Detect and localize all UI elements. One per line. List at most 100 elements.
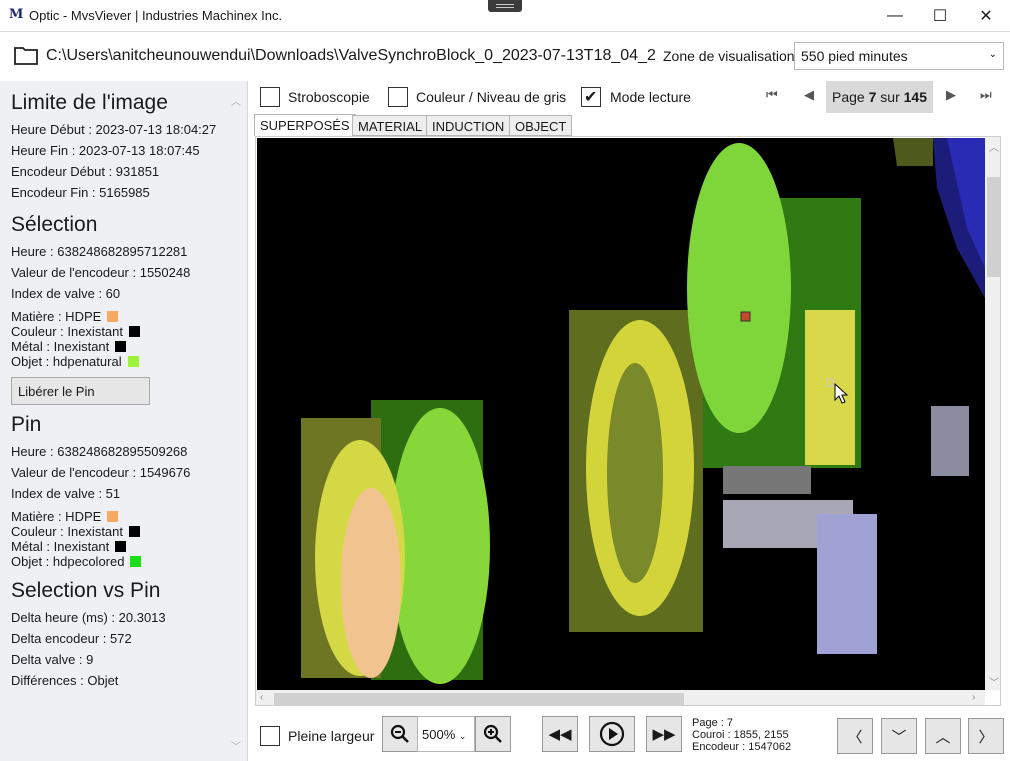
viewer-toolbar: Stroboscopie Couleur / Niveau de gris Mo… <box>254 81 1006 113</box>
zoom-select[interactable]: 500% ⌄ <box>417 716 475 752</box>
scroll-up-icon[interactable]: ︿ <box>231 93 241 108</box>
pin-matiere: Matière : HDPE <box>11 509 226 524</box>
minimize-button[interactable]: — <box>872 0 918 32</box>
selection-metal: Métal : Inexistant <box>11 339 226 354</box>
compare-differences: Différences : Objet <box>11 673 119 688</box>
pin-matiere-text: Matière : HDPE <box>11 509 102 524</box>
pleine-largeur-label: Pleine largeur <box>288 728 375 744</box>
next-page-icon[interactable]: ▶ <box>946 87 956 103</box>
pan-down-button[interactable]: ﹀ <box>881 718 917 754</box>
selection-couleur: Couleur : Inexistant <box>11 324 226 339</box>
scan-image[interactable] <box>257 138 985 690</box>
pin-couleur: Couleur : Inexistant <box>11 524 226 539</box>
compare-delta-heure: Delta heure (ms) : 20.3013 <box>11 610 166 625</box>
last-page-icon[interactable]: ⏭ <box>980 87 992 103</box>
pin-metal: Métal : Inexistant <box>11 539 226 554</box>
compare-title: Selection vs Pin <box>11 579 161 602</box>
info-panel: Limite de l'image Heure Début : 2023-07-… <box>0 81 248 761</box>
page-indicator: Page 7 sur 145 <box>826 81 933 113</box>
compare-delta-valve: Delta valve : 9 <box>11 652 94 667</box>
scroll-up-icon[interactable]: ︿ <box>989 139 999 154</box>
pin-index: Index de valve : 51 <box>11 486 121 501</box>
limite-heure-debut: Heure Début : 2023-07-13 18:04:27 <box>11 122 217 137</box>
maximize-button[interactable]: ☐ <box>917 0 963 32</box>
zone-select[interactable]: 550 pied minutes ⌄ <box>794 42 1004 70</box>
drag-handle[interactable] <box>488 0 522 12</box>
pan-left-button[interactable]: 〈 <box>837 718 873 754</box>
color-swatch <box>107 311 119 322</box>
pin-objet: Objet : hdpecolored <box>11 554 226 569</box>
play-icon <box>599 721 625 747</box>
pin-objet-text: Objet : hdpecolored <box>11 554 125 569</box>
strobo-checkbox[interactable] <box>260 87 280 107</box>
pin-heure: Heure : 638248682895509268 <box>11 444 188 459</box>
first-page-icon[interactable]: ⏮ <box>766 87 778 103</box>
viewer-vertical-scrollbar[interactable]: ︿ ﹀ <box>985 137 1000 690</box>
path-bar: C:\Users\anitcheunouwendui\Downloads\Val… <box>0 33 1010 80</box>
zoom-in-button[interactable] <box>475 716 511 752</box>
tab-superposes[interactable]: SUPERPOSÉS <box>254 114 356 136</box>
bottom-bar: Pleine largeur 500% ⌄ ◀◀ ▶▶ Page : 7 Cou… <box>254 712 1006 758</box>
selection-encodeur: Valeur de l'encodeur : 1550248 <box>11 265 191 280</box>
page-prefix: Page <box>832 89 865 105</box>
selection-objet-text: Objet : hdpenatural <box>11 354 122 369</box>
pan-up-button[interactable]: ︿ <box>925 718 961 754</box>
pin-encodeur: Valeur de l'encodeur : 1549676 <box>11 465 191 480</box>
zoom-out-icon <box>390 724 409 743</box>
pleine-largeur-checkbox[interactable] <box>260 726 280 746</box>
chevron-up-icon: ︿ <box>935 728 951 746</box>
pin-title: Pin <box>11 413 42 436</box>
chevron-down-icon: ⌄ <box>458 731 467 741</box>
rewind-button[interactable]: ◀◀ <box>542 716 578 752</box>
couleur-checkbox[interactable] <box>388 87 408 107</box>
fast-forward-icon: ▶▶ <box>652 726 676 743</box>
color-swatch <box>129 526 141 537</box>
zoom-value: 500% <box>422 727 456 742</box>
vertical-scroll-thumb[interactable] <box>987 177 1000 277</box>
chevron-down-icon: ⌄ <box>988 49 997 60</box>
tab-induction[interactable]: INDUCTION <box>426 115 511 136</box>
close-button[interactable]: ✕ <box>963 0 1009 32</box>
viewer-horizontal-scrollbar[interactable]: ‹ › <box>256 690 985 705</box>
selection-matiere-text: Matière : HDPE <box>11 309 102 324</box>
window-title: Optic - MvsViever | Industries Machinex … <box>29 8 283 23</box>
prev-page-icon[interactable]: ◀ <box>804 87 814 103</box>
selection-metal-text: Métal : Inexistant <box>11 339 110 354</box>
release-pin-button[interactable]: Libérer le Pin <box>11 377 150 405</box>
lecture-checkbox[interactable] <box>581 87 601 107</box>
info-couroi: Couroi : 1855, 2155 <box>692 729 789 741</box>
page-current: 7 <box>868 89 877 105</box>
title-bar: M Optic - MvsViever | Industries Machine… <box>0 0 1010 32</box>
scroll-right-icon[interactable]: › <box>972 692 975 703</box>
chevron-down-icon: ﹀ <box>891 728 907 746</box>
panel-scrollbar[interactable]: ︿ ﹀ <box>231 93 241 753</box>
limite-encodeur-fin: Encodeur Fin : 5165985 <box>11 185 150 200</box>
pan-right-button[interactable]: 〉 <box>968 718 1004 754</box>
couleur-label: Couleur / Niveau de gris <box>416 89 567 105</box>
scroll-down-icon[interactable]: ﹀ <box>231 738 241 753</box>
tab-object[interactable]: OBJECT <box>509 115 573 136</box>
play-button[interactable] <box>589 716 635 752</box>
limite-encodeur-debut: Encodeur Début : 931851 <box>11 164 160 179</box>
horizontal-scroll-thumb[interactable] <box>274 693 684 705</box>
folder-icon[interactable] <box>14 45 38 65</box>
scroll-left-icon[interactable]: ‹ <box>260 692 263 703</box>
color-swatch <box>115 541 127 552</box>
zoom-out-button[interactable] <box>382 716 418 752</box>
position-info: Page : 7 Couroi : 1855, 2155 Encodeur : … <box>692 717 791 753</box>
tab-material[interactable]: MATERIAL <box>352 115 429 136</box>
zoom-in-icon <box>483 724 502 743</box>
selection-index: Index de valve : 60 <box>11 286 121 301</box>
page-mid: sur <box>880 89 900 105</box>
color-swatch <box>115 341 127 352</box>
scroll-down-icon[interactable]: ﹀ <box>989 674 999 689</box>
selection-title: Sélection <box>11 213 98 236</box>
view-tabs: SUPERPOSÉS MATERIAL INDUCTION OBJECT <box>254 114 1006 136</box>
rewind-icon: ◀◀ <box>548 726 572 743</box>
color-swatch <box>130 556 142 567</box>
page-total: 145 <box>903 89 927 105</box>
pin-couleur-text: Couleur : Inexistant <box>11 524 124 539</box>
fast-forward-button[interactable]: ▶▶ <box>646 716 682 752</box>
selection-objet: Objet : hdpenatural <box>11 354 226 369</box>
compare-delta-encodeur: Delta encodeur : 572 <box>11 631 132 646</box>
